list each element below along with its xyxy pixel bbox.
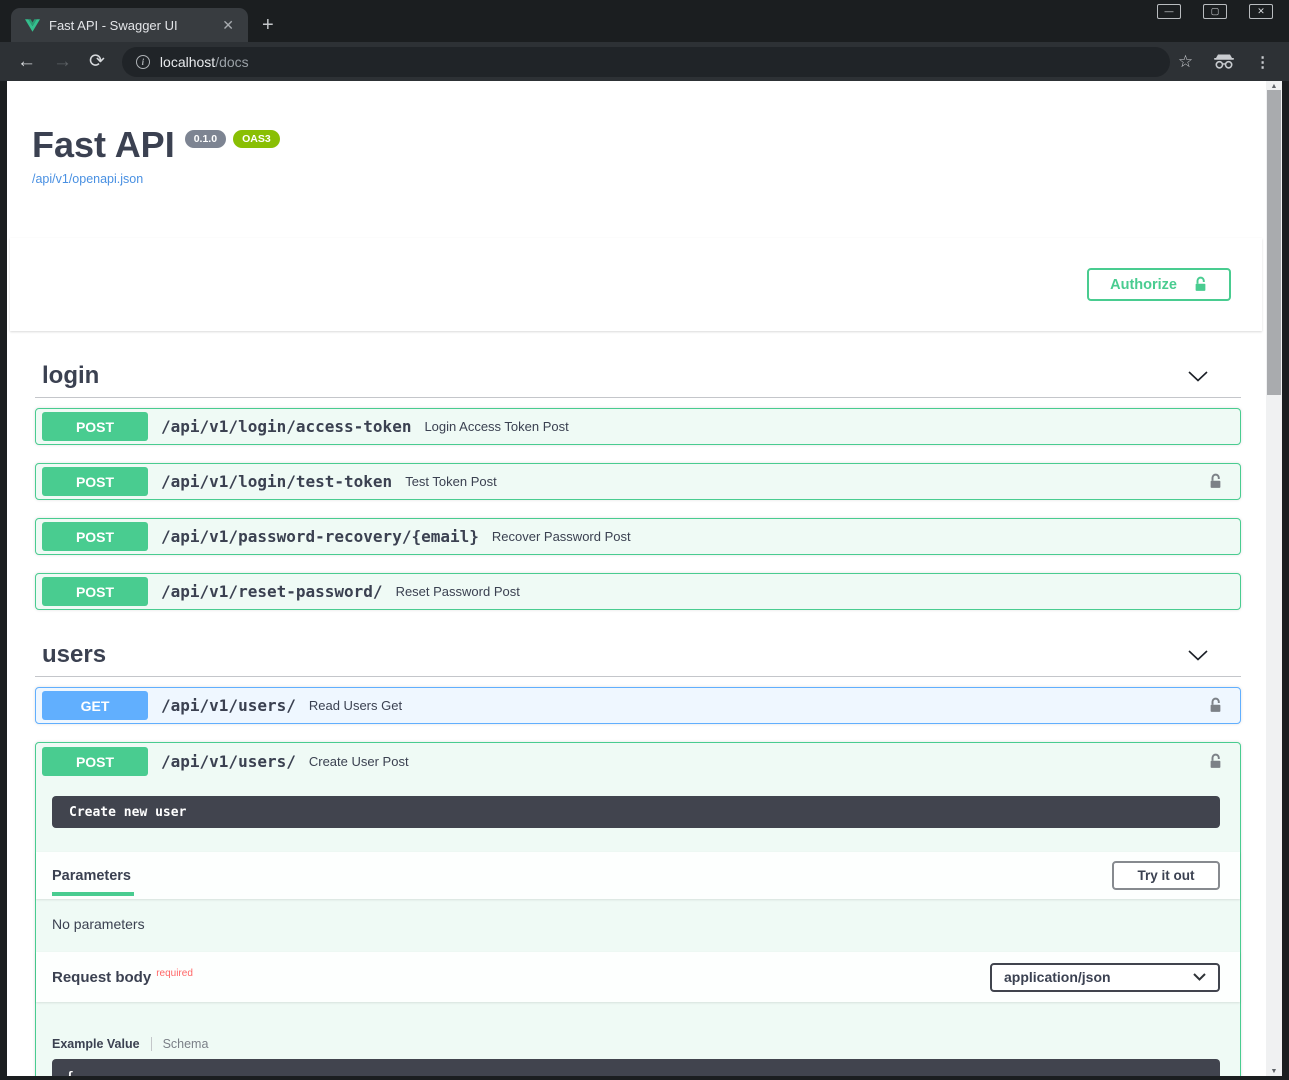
media-type-select[interactable]: application/json	[990, 963, 1220, 992]
site-info-icon[interactable]: i	[136, 55, 150, 69]
endpoint-row[interactable]: GET /api/v1/users/ Read Users Get	[35, 687, 1241, 724]
try-it-out-button[interactable]: Try it out	[1112, 861, 1220, 890]
window-close-button[interactable]: ✕	[1249, 4, 1273, 19]
example-value-tab[interactable]: Example Value	[52, 1037, 140, 1051]
browser-toolbar: ← → ⟳ i localhost/docs ☆ ⋮	[0, 42, 1289, 81]
method-badge: POST	[42, 412, 148, 441]
page-title: Fast API	[32, 125, 175, 165]
endpoint-path: /api/v1/reset-password/	[161, 582, 383, 601]
endpoint-row[interactable]: POST /api/v1/password-recovery/{email} R…	[35, 518, 1241, 555]
browser-window: Fast API - Swagger UI ✕ + — ▢ ✕ ← → ⟳ i …	[0, 0, 1289, 1080]
endpoint-summary: Test Token Post	[405, 474, 497, 489]
window-maximize-button[interactable]: ▢	[1203, 4, 1227, 19]
tab-separator	[151, 1037, 152, 1051]
tag-section-login: login POST /api/v1/login/access-token Lo…	[35, 351, 1241, 610]
browser-titlebar: Fast API - Swagger UI ✕ + — ▢ ✕	[0, 0, 1289, 42]
endpoint-row[interactable]: POST /api/v1/users/ Create User Post	[36, 743, 1240, 780]
chevron-down-icon[interactable]	[1188, 650, 1208, 661]
parameters-tab-underline	[52, 892, 134, 896]
swagger-ui-page: Fast API 0.1.0 OAS3 /api/v1/openapi.json…	[7, 81, 1266, 1076]
endpoint-path: /api/v1/users/	[161, 752, 296, 771]
scheme-container: Authorize	[10, 238, 1262, 331]
tab-close-icon[interactable]: ✕	[218, 16, 238, 34]
url-path: /docs	[215, 54, 248, 70]
swagger-favicon-icon	[24, 17, 40, 33]
new-tab-button[interactable]: +	[262, 15, 274, 35]
section-title: users	[42, 640, 106, 670]
endpoint-path: /api/v1/users/	[161, 696, 296, 715]
endpoint-row[interactable]: POST /api/v1/login/access-token Login Ac…	[35, 408, 1241, 445]
method-badge: POST	[42, 747, 148, 776]
lock-icon[interactable]	[1208, 752, 1223, 771]
method-badge: POST	[42, 577, 148, 606]
media-type-value: application/json	[1004, 969, 1111, 985]
endpoint-path: /api/v1/password-recovery/{email}	[161, 527, 479, 546]
scroll-down-icon[interactable]: ▼	[1266, 1066, 1282, 1076]
method-badge: POST	[42, 467, 148, 496]
no-parameters-text: No parameters	[36, 899, 1240, 952]
tag-section-users: users GET /api/v1/users/ Read Users Get …	[35, 630, 1241, 1076]
section-title: login	[42, 361, 99, 391]
bookmark-star-icon[interactable]: ☆	[1178, 52, 1193, 72]
schema-tab[interactable]: Schema	[163, 1037, 209, 1051]
endpoint-summary: Reset Password Post	[396, 584, 520, 599]
lock-icon[interactable]	[1208, 696, 1223, 715]
forward-icon[interactable]: →	[53, 51, 72, 73]
operation-description: Create new user	[52, 796, 1220, 828]
parameters-header-bar: Parameters Try it out	[36, 852, 1240, 899]
oas3-badge: OAS3	[233, 130, 280, 148]
endpoint-path: /api/v1/login/access-token	[161, 417, 411, 436]
parameters-tab[interactable]: Parameters	[52, 868, 131, 884]
endpoint-row[interactable]: POST /api/v1/reset-password/ Reset Passw…	[35, 573, 1241, 610]
openapi-spec-link[interactable]: /api/v1/openapi.json	[32, 172, 143, 186]
page-viewport: Fast API 0.1.0 OAS3 /api/v1/openapi.json…	[7, 81, 1282, 1076]
section-header-login[interactable]: login	[35, 351, 1241, 398]
endpoint-summary: Read Users Get	[309, 698, 402, 713]
opblock-expanded-create-user: POST /api/v1/users/ Create User Post Cre…	[35, 742, 1241, 1076]
chevron-down-icon	[1193, 973, 1206, 981]
back-icon[interactable]: ←	[17, 51, 36, 73]
method-badge: POST	[42, 522, 148, 551]
section-header-users[interactable]: users	[35, 630, 1241, 677]
version-badge: 0.1.0	[185, 130, 226, 148]
window-minimize-button[interactable]: —	[1157, 4, 1181, 19]
lock-icon[interactable]	[1208, 472, 1223, 491]
endpoint-path: /api/v1/login/test-token	[161, 472, 392, 491]
required-label: required	[156, 968, 193, 979]
authorize-button[interactable]: Authorize	[1087, 268, 1231, 301]
browser-menu-icon[interactable]: ⋮	[1255, 53, 1270, 71]
browser-tab[interactable]: Fast API - Swagger UI ✕	[11, 8, 248, 42]
url-bar[interactable]: i localhost/docs	[122, 47, 1170, 77]
endpoint-summary: Recover Password Post	[492, 529, 631, 544]
request-body-label: Request body required	[52, 969, 193, 986]
page-scrollbar[interactable]: ▲ ▼	[1266, 81, 1282, 1076]
scrollbar-thumb[interactable]	[1267, 90, 1281, 395]
endpoint-summary: Login Access Token Post	[424, 419, 568, 434]
tab-title: Fast API - Swagger UI	[49, 18, 218, 33]
url-host: localhost	[160, 54, 215, 70]
example-code-block[interactable]: {	[52, 1059, 1220, 1076]
incognito-icon	[1213, 54, 1235, 69]
endpoint-row[interactable]: POST /api/v1/login/test-token Test Token…	[35, 463, 1241, 500]
request-body-text: Request body	[52, 969, 151, 986]
authorize-label: Authorize	[1110, 277, 1177, 293]
model-example-area: Example Value Schema {	[36, 1002, 1240, 1076]
method-badge: GET	[42, 691, 148, 720]
reload-icon[interactable]: ⟳	[89, 50, 105, 73]
chevron-down-icon[interactable]	[1188, 371, 1208, 382]
request-body-header-bar: Request body required application/json	[36, 952, 1240, 1002]
unlock-icon	[1193, 275, 1208, 294]
endpoint-summary: Create User Post	[309, 754, 409, 769]
